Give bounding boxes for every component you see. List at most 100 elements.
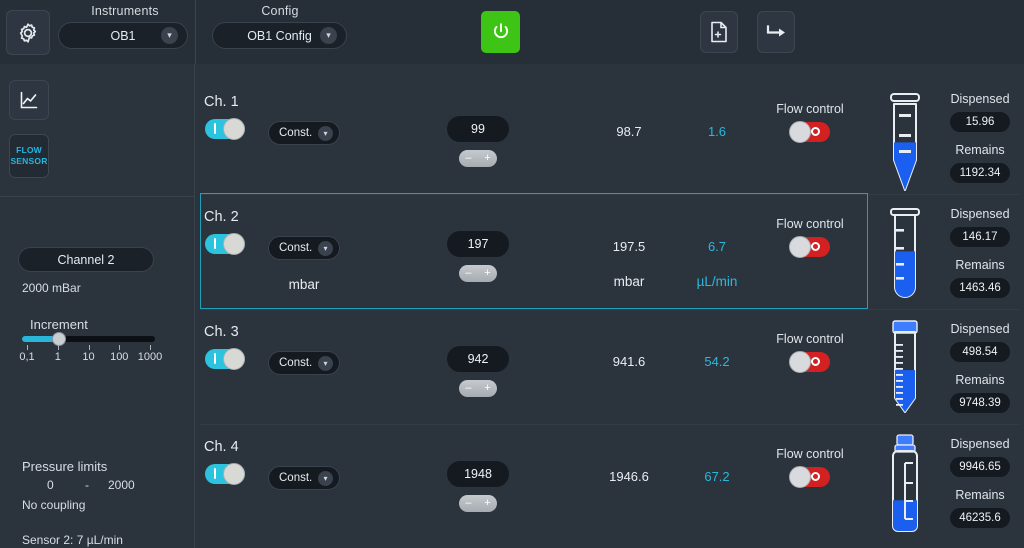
setpoint-stepper[interactable]: – + <box>459 380 497 397</box>
instrument-select[interactable]: OB1 ▾ <box>58 22 188 49</box>
slider-tick-label: 0,1 <box>19 351 35 363</box>
sidebar-divider <box>0 196 195 197</box>
channel-enable-toggle[interactable] <box>205 118 245 140</box>
flow-control-label: Flow control <box>776 102 844 116</box>
setpoint-stepper[interactable]: – + <box>459 495 497 512</box>
channel-row[interactable]: Ch. 3 Const. ▾ 942 – + 941.6 54.2 Flow c… <box>195 314 1024 429</box>
increment-slider-track[interactable] <box>22 332 155 346</box>
toggle-off-icon <box>811 472 820 481</box>
row-divider <box>200 424 1019 425</box>
channel-mode-value: Const. <box>279 242 313 254</box>
increment-slider-thumb[interactable] <box>52 332 67 346</box>
dispensed-label: Dispensed <box>950 437 1010 451</box>
chevron-updown-icon: ▾ <box>318 355 333 371</box>
config-select[interactable]: OB1 Config ▾ <box>212 22 347 49</box>
power-button[interactable] <box>481 11 520 53</box>
increment-label: Increment <box>30 317 88 332</box>
flow-control-toggle[interactable] <box>789 121 830 143</box>
increment-slider[interactable]: 0,1 1 10 100 1000 <box>19 332 162 369</box>
setpoint-stepper[interactable]: – + <box>459 265 497 282</box>
slider-tick-label: 1000 <box>137 351 163 363</box>
selected-channel-pill[interactable]: Channel 2 <box>18 247 154 272</box>
toggle-knob <box>789 236 811 258</box>
toggle-on-icon <box>214 468 216 479</box>
channel-range-label: 2000 mBar <box>22 281 81 295</box>
setpoint-input[interactable]: 942 <box>446 345 510 373</box>
remains-value: 9748.39 <box>949 392 1011 414</box>
pressure-limits-label: Pressure limits <box>22 459 108 474</box>
chart-view-button[interactable] <box>9 80 49 120</box>
toggle-off-icon <box>811 357 820 366</box>
slider-tick-label: 1 <box>54 351 61 363</box>
remains-label: Remains <box>955 488 1005 502</box>
increment-button[interactable]: + <box>484 380 490 397</box>
reservoir-vial <box>883 203 927 314</box>
channel-mode-value: Const. <box>279 127 313 139</box>
dispensed-value: 146.17 <box>949 226 1011 248</box>
settings-button[interactable] <box>6 10 50 55</box>
channel-name-label: Ch. 1 <box>204 94 239 110</box>
reservoir-vial <box>883 318 927 427</box>
flow-sensor-label-line1: FLOW <box>16 145 42 155</box>
flow-control-toggle[interactable] <box>789 351 830 373</box>
flow-control-toggle[interactable] <box>789 236 830 258</box>
setpoint-input[interactable]: 1948 <box>446 460 510 488</box>
channel-enable-toggle[interactable] <box>205 233 245 255</box>
toggle-off-icon <box>811 127 820 136</box>
toolbar-divider-1 <box>195 0 196 64</box>
channel-enable-toggle[interactable] <box>205 348 245 370</box>
pressure-limit-min: 0 <box>47 478 54 492</box>
instrument-select-value: OB1 <box>110 28 136 43</box>
measured-pressure-value: 941.6 <box>612 354 646 369</box>
arrow-export-icon <box>766 25 785 37</box>
slider-tick <box>57 345 59 350</box>
setpoint-input[interactable]: 197 <box>446 230 510 258</box>
channel-mode-select[interactable]: Const. ▾ <box>268 236 340 260</box>
row-divider <box>200 194 1019 195</box>
config-group-label: Config <box>261 4 299 18</box>
channel-mode-select[interactable]: Const. ▾ <box>268 351 340 375</box>
decrement-button[interactable]: – <box>465 150 471 167</box>
increment-button[interactable]: + <box>484 495 490 512</box>
setpoint-stepper[interactable]: – + <box>459 150 497 167</box>
chevron-updown-icon: ▾ <box>318 470 333 486</box>
remains-value: 46235.6 <box>949 507 1011 529</box>
application-window: Instruments OB1 ▾ Config OB1 Config ▾ FL… <box>0 0 1024 548</box>
coupling-status: No coupling <box>22 498 86 512</box>
top-toolbar: Instruments OB1 ▾ Config OB1 Config ▾ <box>0 0 1024 64</box>
export-button[interactable] <box>757 11 795 53</box>
reservoir-vial <box>883 433 927 544</box>
decrement-button[interactable]: – <box>465 495 471 512</box>
instruments-group-label: Instruments <box>91 4 159 18</box>
setpoint-input[interactable]: 99 <box>446 115 510 143</box>
flow-sensor-label-line2: SENSOR <box>10 156 48 166</box>
increment-button[interactable]: + <box>484 150 490 167</box>
slider-tick-label: 100 <box>110 351 129 363</box>
channel-mode-select[interactable]: Const. ▾ <box>268 121 340 145</box>
measured-flow-value: 67.2 <box>704 469 730 484</box>
flow-sensor-button[interactable]: FLOW SENSOR <box>9 134 49 178</box>
measured-pressure-value: 197.5 <box>612 239 646 254</box>
row-divider <box>200 309 1019 310</box>
decrement-button[interactable]: – <box>465 380 471 397</box>
flow-control-label: Flow control <box>776 447 844 461</box>
channel-row[interactable]: Ch. 4 Const. ▾ 1948 – + 1946.6 67.2 Flow… <box>195 429 1024 544</box>
channel-row[interactable]: Ch. 1 Const. ▾ 99 – + 98.7 1.6 Flow cont… <box>195 84 1024 199</box>
toggle-on-icon <box>214 353 216 364</box>
channel-enable-toggle[interactable] <box>205 463 245 485</box>
channel-rows: Ch. 1 Const. ▾ 99 – + 98.7 1.6 Flow cont… <box>195 64 1024 548</box>
flow-control-toggle[interactable] <box>789 466 830 488</box>
dispensed-label: Dispensed <box>950 322 1010 336</box>
new-document-button[interactable] <box>700 11 738 53</box>
slider-tick <box>150 345 151 350</box>
decrement-button[interactable]: – <box>465 265 471 282</box>
channel-mode-value: Const. <box>279 472 313 484</box>
left-sidebar: FLOW SENSOR Channel 2 2000 mBar Incremen… <box>0 64 195 548</box>
power-icon <box>493 23 508 39</box>
channel-row[interactable]: Ch. 2 Const. ▾ mbar 197 – + 197.5 mbar 6… <box>195 199 1024 314</box>
measured-flow-value: 54.2 <box>704 354 730 369</box>
chevron-updown-icon: ▾ <box>320 27 337 44</box>
increment-button[interactable]: + <box>484 265 490 282</box>
channel-mode-select[interactable]: Const. ▾ <box>268 466 340 490</box>
channel-name-label: Ch. 2 <box>204 209 239 225</box>
